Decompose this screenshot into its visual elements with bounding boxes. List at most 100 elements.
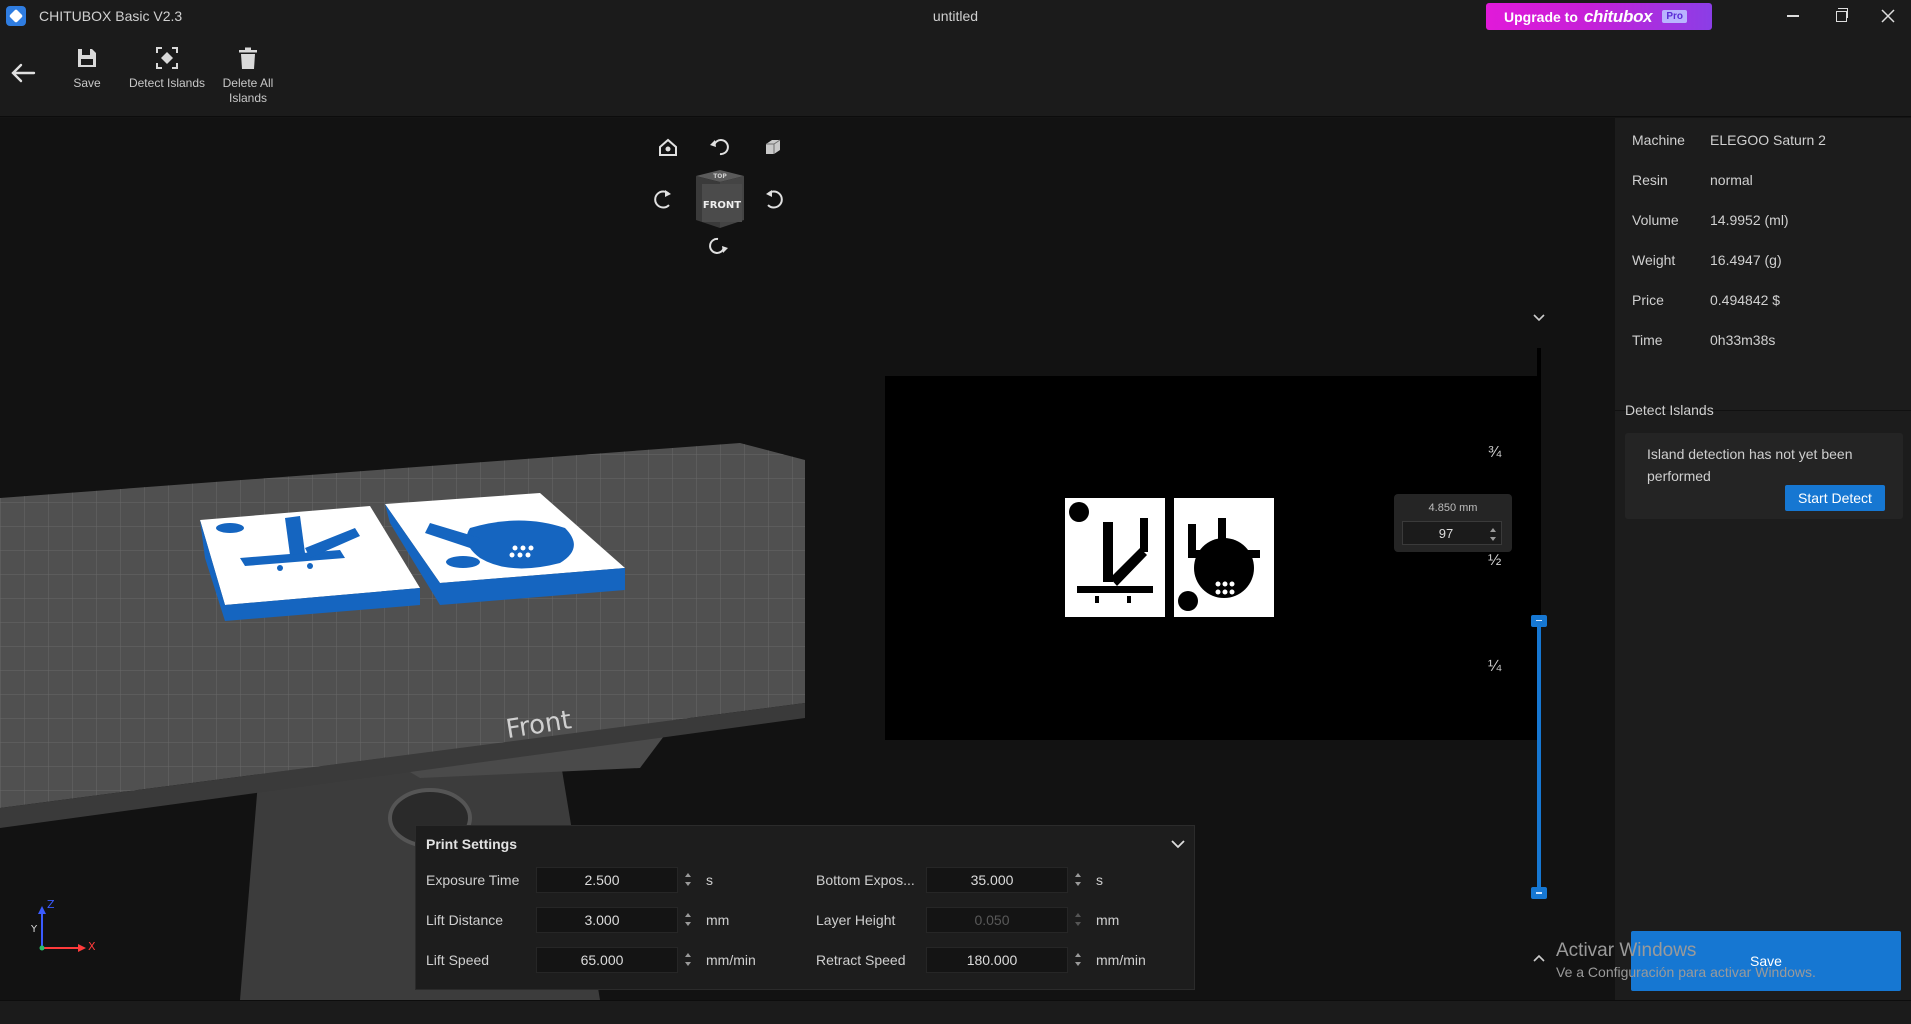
lift-distance-spinner[interactable] [681, 907, 695, 933]
chevron-down-icon[interactable] [1531, 311, 1547, 323]
rotate-down-icon[interactable] [708, 235, 730, 257]
bottom-exposure-label: Bottom Expos... [816, 872, 915, 888]
restore-button[interactable] [1818, 0, 1864, 32]
chitubox-window: CHITUBOX Basic V2.3 untitled Upgrade to … [0, 0, 1911, 1024]
cube-front-label: FRONT [703, 200, 741, 211]
trash-icon [239, 47, 257, 69]
slider-handle-lower[interactable] [1531, 887, 1547, 899]
rotate-right-icon[interactable] [762, 188, 784, 210]
detect-islands-icon [156, 47, 178, 69]
lift-distance-label: Lift Distance [426, 912, 504, 928]
minimize-icon [1787, 15, 1799, 17]
upgrade-button[interactable]: Upgrade to chitubox Pro [1486, 3, 1712, 30]
axis-x-label: X [88, 940, 96, 953]
info-key: Price [1632, 292, 1664, 308]
slider-fraction-half: ½ [1488, 552, 1502, 569]
delete-all-label-1: Delete All [222, 76, 274, 90]
restore-icon [1835, 7, 1848, 22]
info-value: 0h33m38s [1710, 332, 1776, 348]
layer-slider[interactable] [1517, 303, 1557, 962]
home-view-icon[interactable] [657, 136, 679, 158]
perspective-cube-icon[interactable] [762, 136, 784, 158]
layer-height-readout: 4.850 mm [1428, 502, 1478, 514]
start-detect-button[interactable]: Start Detect [1785, 485, 1885, 511]
back-button[interactable] [8, 58, 38, 88]
slider-fraction-quarter: ¼ [1488, 658, 1502, 675]
info-row-machine: Machine ELEGOO Saturn 2 [1632, 132, 1826, 148]
title-bar: CHITUBOX Basic V2.3 untitled Upgrade to … [0, 0, 1911, 32]
detect-islands-button[interactable]: Detect Islands [127, 46, 207, 91]
layer-height-unit: mm [1096, 912, 1120, 928]
axis-gizmo-icon: Z Y X [30, 898, 96, 953]
pro-badge: Pro [1662, 10, 1687, 23]
save-toolbar-label: Save [73, 76, 101, 90]
info-key: Resin [1632, 172, 1668, 188]
info-panel: Machine ELEGOO Saturn 2 Resin normal Volume 1… [1615, 118, 1911, 1000]
slider-handle-upper[interactable] [1531, 614, 1547, 627]
info-value: 0.494842 $ [1710, 292, 1781, 308]
chevron-down-icon[interactable] [1168, 834, 1188, 854]
view-cube-icon: TOP FRONT [696, 170, 744, 228]
app-name: CHITUBOX Basic V2.3 [39, 8, 183, 24]
lift-distance-unit: mm [706, 912, 730, 928]
exposure-time-unit: s [706, 872, 713, 888]
layer-height-input [926, 907, 1068, 933]
info-row-time: Time 0h33m38s [1632, 332, 1775, 348]
floppy-disk-icon [78, 49, 96, 67]
detect-islands-title: Detect Islands [1625, 402, 1714, 418]
retract-speed-unit: mm/min [1096, 952, 1146, 968]
info-key: Machine [1632, 132, 1685, 148]
exposure-time-label: Exposure Time [426, 872, 520, 888]
info-value: ELEGOO Saturn 2 [1710, 132, 1826, 148]
slice-shape-right [1178, 518, 1260, 611]
close-icon [1881, 9, 1895, 23]
lift-speed-label: Lift Speed [426, 952, 490, 968]
slider-fill [1537, 620, 1541, 893]
toolbar: Save Detect Islands Delete All Islands [0, 32, 1911, 117]
info-row-volume: Volume 14.9952 (ml) [1632, 212, 1789, 228]
view-navigation: TOP FRONT [650, 133, 790, 273]
retract-speed-label: Retract Speed [816, 952, 906, 968]
info-value: 14.9952 (ml) [1710, 212, 1789, 228]
print-settings-title: Print Settings [426, 836, 518, 852]
info-row-weight: Weight 16.4947 (g) [1632, 252, 1782, 268]
layer-number-spinner[interactable] [1486, 522, 1500, 544]
rotate-left-icon[interactable] [653, 188, 675, 210]
delete-all-label-2: Islands [228, 91, 268, 105]
chitubox-logo-icon [6, 6, 26, 26]
info-key: Volume [1632, 212, 1679, 228]
delete-all-islands-button[interactable]: Delete All Islands [218, 46, 278, 106]
slider-fraction-three-quarters: ¾ [1488, 444, 1502, 461]
minimize-button[interactable] [1770, 0, 1816, 32]
windows-activation-title: Activar Windows [1556, 940, 1697, 961]
lift-speed-unit: mm/min [706, 952, 756, 968]
lift-speed-input[interactable] [536, 947, 678, 973]
rotate-up-icon[interactable] [708, 136, 730, 158]
detect-islands-box: Island detection has not yet been perfor… [1625, 433, 1903, 519]
axis-z-label: Z [47, 898, 55, 911]
layer-tooltip: 4.850 mm [1394, 494, 1512, 552]
save-toolbar-button[interactable]: Save [70, 46, 104, 91]
lift-speed-spinner[interactable] [681, 947, 695, 973]
slice-canvas[interactable] [885, 376, 1539, 740]
chevron-up-icon[interactable] [1531, 953, 1547, 965]
detect-status-message: Island detection has not yet been perfor… [1647, 446, 1853, 484]
retract-speed-input[interactable] [926, 947, 1068, 973]
cube-top-label: TOP [713, 173, 727, 180]
info-value: 16.4947 (g) [1710, 252, 1782, 268]
slice-shape-left [1069, 502, 1153, 603]
info-key: Weight [1632, 252, 1676, 268]
lift-distance-input[interactable] [536, 907, 678, 933]
bottom-exposure-input[interactable] [926, 867, 1068, 893]
retract-speed-spinner[interactable] [1071, 947, 1085, 973]
info-key: Time [1632, 332, 1663, 348]
detect-islands-label: Detect Islands [128, 76, 206, 90]
slice-tile-right [1174, 498, 1274, 617]
bottom-exposure-spinner[interactable] [1071, 867, 1085, 893]
close-button[interactable] [1865, 0, 1911, 32]
exposure-time-spinner[interactable] [681, 867, 695, 893]
upgrade-prefix: Upgrade to [1504, 8, 1578, 25]
exposure-time-input[interactable] [536, 867, 678, 893]
view-cube[interactable]: TOP FRONT [690, 168, 750, 230]
upgrade-brand-logo: chitubox [1583, 6, 1653, 26]
